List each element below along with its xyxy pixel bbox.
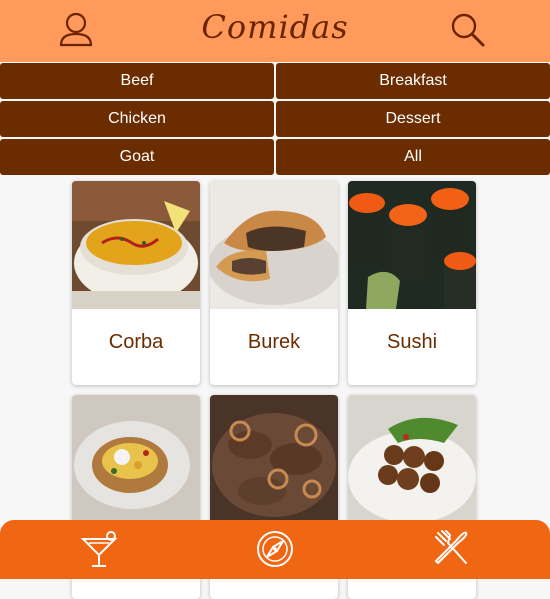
falafel-plate-photo (348, 395, 476, 523)
header-bar: Comidas (0, 0, 550, 62)
bottom-nav (0, 520, 550, 579)
recipe-name: Burek (247, 331, 301, 353)
beef-onions-photo (210, 395, 338, 523)
category-button-goat[interactable]: Goat (0, 139, 274, 175)
corba-soup-photo (72, 181, 200, 309)
category-button-chicken[interactable]: Chicken (0, 101, 274, 137)
search-icon[interactable] (448, 10, 488, 50)
recipe-card-burek[interactable]: Burek (210, 181, 338, 385)
compass-icon[interactable] (255, 529, 295, 569)
category-button-dessert[interactable]: Dessert (276, 101, 550, 137)
sushi-rolls-photo (348, 181, 476, 309)
stuffed-potato-photo (72, 395, 200, 523)
fork-knife-icon[interactable] (432, 529, 472, 569)
cocktail-icon[interactable] (79, 529, 119, 569)
recipe-name: Corba (108, 331, 164, 353)
burek-pastry-photo (210, 181, 338, 309)
category-filters: Beef Breakfast Chicken Dessert Goat All (0, 63, 550, 175)
recipe-card-corba[interactable]: Corba (72, 181, 200, 385)
category-button-breakfast[interactable]: Breakfast (276, 63, 550, 99)
recipe-card-sushi[interactable]: Sushi (348, 181, 476, 385)
category-button-beef[interactable]: Beef (0, 63, 274, 99)
category-button-all[interactable]: All (276, 139, 550, 175)
recipe-name: Sushi (386, 331, 438, 353)
